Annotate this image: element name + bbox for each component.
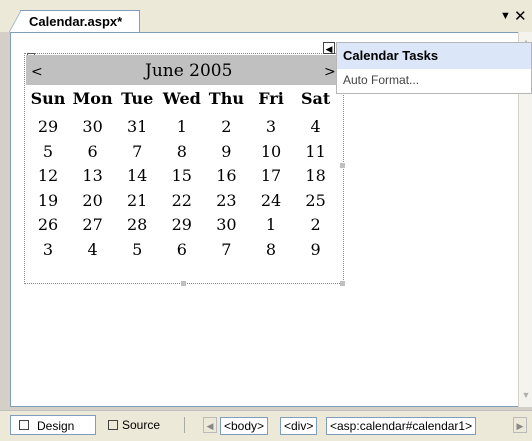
calendar-day-cell[interactable]: 11 [294,142,338,161]
day-of-week-header: Tue [121,89,154,108]
calendar-month-title: June 2005 [145,61,233,81]
source-view-button[interactable]: Source [104,415,174,435]
breadcrumb-calendar[interactable]: <asp:calendar#calendar1> [326,417,477,435]
auto-format-link[interactable]: Auto Format... [343,73,419,87]
resize-handle-bottom[interactable] [181,281,186,286]
resize-handle-corner[interactable] [340,281,345,286]
calendar-day-cell[interactable]: 30 [204,215,248,234]
calendar-day-cell[interactable]: 12 [26,166,70,185]
view-bar: Design Source ◀ <body> <div> <asp:calend… [0,410,532,441]
calendar-day-cell[interactable]: 7 [115,142,159,161]
close-icon[interactable]: ✕ [514,7,527,25]
resize-handle-right[interactable] [340,163,345,168]
smart-tag-toggle-icon[interactable]: ◀ [323,42,335,54]
calendar-day-cell[interactable]: 6 [71,142,115,161]
calendar-day-cell[interactable]: 22 [160,191,204,210]
calendar-day-cell[interactable]: 9 [204,142,248,161]
calendar-day-cell[interactable]: 21 [115,191,159,210]
calendar-day-cell[interactable]: 31 [115,117,159,136]
calendar-day-cell[interactable]: 17 [249,166,293,185]
calendar-day-cell[interactable]: 9 [294,240,338,259]
design-icon [19,420,29,430]
day-of-week-header: Mon [72,89,113,108]
view-bar-divider [184,417,185,433]
document-tabstrip: Calendar.aspx* ▼ ✕ [0,0,532,32]
smart-tag-panel: Calendar Tasks Auto Format... [336,42,532,94]
calendar-day-cell[interactable]: 28 [115,215,159,234]
design-label: Design [37,419,75,433]
calendar-day-cell[interactable]: 29 [26,117,70,136]
scroll-down-icon[interactable]: ▼ [520,389,532,401]
breadcrumb-div[interactable]: <div> [280,417,318,435]
calendar-day-cell[interactable]: 2 [204,117,248,136]
calendar-day-cell[interactable]: 24 [249,191,293,210]
calendar-day-cell[interactable]: 25 [294,191,338,210]
document-tab-label: Calendar.aspx* [29,14,123,29]
day-of-week-header: Thu [208,89,244,108]
calendar-day-cell[interactable]: 18 [294,166,338,185]
calendar-day-cell[interactable]: 3 [26,240,70,259]
source-label: Source [122,418,161,432]
day-of-week-header: Sat [300,89,331,108]
calendar-day-cell[interactable]: 4 [71,240,115,259]
calendar-day-cell[interactable]: 1 [249,215,293,234]
calendar-day-cell[interactable]: 19 [26,191,70,210]
calendar-day-cell[interactable]: 30 [71,117,115,136]
calendar-day-cell[interactable]: 14 [115,166,159,185]
calendar-day-cell[interactable]: 4 [294,117,338,136]
smart-tag-header: Calendar Tasks [337,43,531,69]
day-of-week-header: Wed [162,89,201,108]
calendar-day-cell[interactable]: 5 [115,240,159,259]
calendar-day-cell[interactable]: 2 [294,215,338,234]
day-of-week-header: Fri [258,89,284,108]
calendar-day-cell[interactable]: 1 [160,117,204,136]
calendar-day-cell[interactable]: 15 [160,166,204,185]
calendar-next-link[interactable]: > [324,64,336,80]
calendar-day-cell[interactable]: 26 [26,215,70,234]
source-icon [108,420,118,430]
calendar-day-cell[interactable]: 6 [160,240,204,259]
calendar-day-cell[interactable]: 20 [71,191,115,210]
calendar-day-cell[interactable]: 8 [160,142,204,161]
breadcrumb-scroll-left-icon[interactable]: ◀ [203,417,217,433]
calendar-day-cell[interactable]: 7 [204,240,248,259]
design-view-button[interactable]: Design [10,415,96,435]
calendar-day-cell[interactable]: 13 [71,166,115,185]
breadcrumb-scroll-right-icon[interactable]: ▶ [513,417,527,433]
calendar-day-cell[interactable]: 8 [249,240,293,259]
calendar-day-cell[interactable]: 5 [26,142,70,161]
calendar-day-cell[interactable]: 3 [249,117,293,136]
dropdown-arrow-icon[interactable]: ▼ [500,10,511,22]
calendar-prev-link[interactable]: < [31,64,43,80]
calendar-day-cell[interactable]: 23 [204,191,248,210]
calendar-day-cell[interactable]: 10 [249,142,293,161]
calendar-day-cell[interactable]: 27 [71,215,115,234]
day-of-week-header: Sun [30,89,66,108]
calendar-day-cell[interactable]: 16 [204,166,248,185]
calendar-day-cell[interactable]: 29 [160,215,204,234]
breadcrumb-body[interactable]: <body> [220,417,269,435]
document-tab[interactable]: Calendar.aspx* [9,10,140,32]
smart-tag-title: Calendar Tasks [343,48,439,63]
